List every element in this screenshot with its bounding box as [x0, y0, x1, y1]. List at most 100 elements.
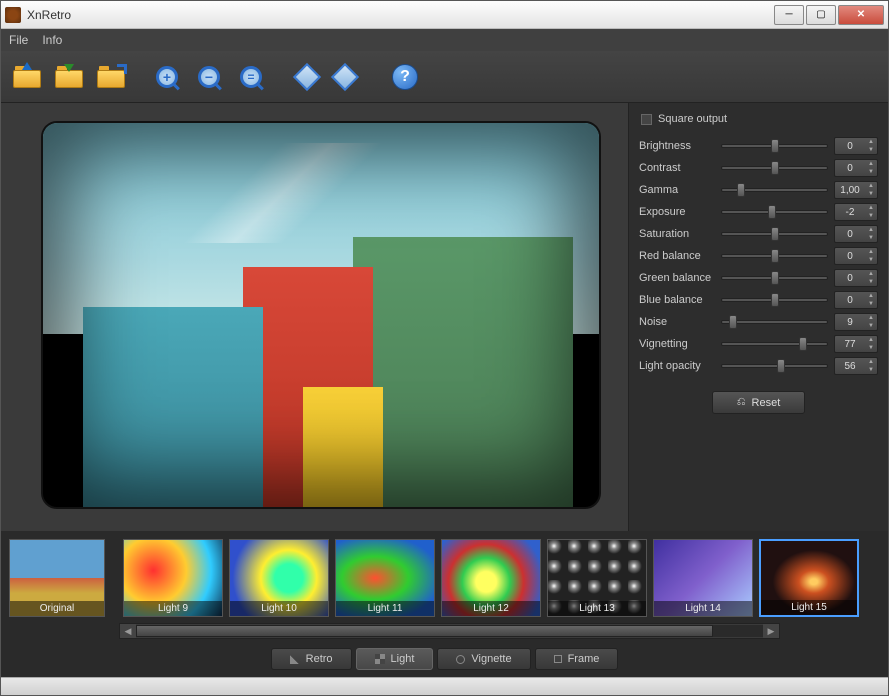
spin-down-icon[interactable]: ▼ [865, 300, 877, 308]
save-button[interactable] [51, 59, 87, 95]
toolbar: ? [1, 51, 888, 103]
slider-thumb[interactable] [771, 227, 779, 241]
spin-down-icon[interactable]: ▼ [865, 344, 877, 352]
reset-label: Reset [752, 397, 781, 409]
thumb-light-10[interactable]: Light 10 [229, 539, 329, 617]
spin-up-icon[interactable]: ▲ [865, 226, 877, 234]
spin-box[interactable]: 56▲▼ [834, 357, 878, 375]
slider-row-blue-balance: Blue balance0▲▼ [639, 289, 878, 311]
slider-track[interactable] [721, 298, 828, 302]
slider-thumb[interactable] [771, 139, 779, 153]
tab-retro[interactable]: Retro [271, 648, 352, 670]
close-button[interactable]: ✕ [838, 5, 884, 25]
scroll-thumb[interactable] [136, 625, 713, 637]
thumb-light-15[interactable]: Light 15 [759, 539, 859, 617]
slider-track[interactable] [721, 188, 828, 192]
spin-down-icon[interactable]: ▼ [865, 146, 877, 154]
slider-label: Light opacity [639, 360, 715, 372]
slider-thumb[interactable] [771, 249, 779, 263]
slider-thumb[interactable] [799, 337, 807, 351]
spin-up-icon[interactable]: ▲ [865, 358, 877, 366]
rotate-left-button[interactable] [289, 59, 325, 95]
scroll-right-button[interactable]: ▶ [763, 624, 779, 638]
thumb-light-9[interactable]: Light 9 [123, 539, 223, 617]
slider-track[interactable] [721, 144, 828, 148]
slider-row-noise: Noise9▲▼ [639, 311, 878, 333]
zoom-in-button[interactable] [149, 59, 185, 95]
export-button[interactable] [93, 59, 129, 95]
thumb-light-13[interactable]: Light 13 [547, 539, 647, 617]
slider-thumb[interactable] [771, 271, 779, 285]
thumb-light-11[interactable]: Light 11 [335, 539, 435, 617]
square-output-checkbox[interactable] [641, 114, 652, 125]
thumb-light-12[interactable]: Light 12 [441, 539, 541, 617]
spin-value: 77 [835, 339, 865, 350]
adjustments-panel: Square output Brightness0▲▼Contrast0▲▼Ga… [628, 103, 888, 531]
spin-box[interactable]: -2▲▼ [834, 203, 878, 221]
tab-light[interactable]: Light [356, 648, 434, 670]
thumb-label: Light 10 [230, 601, 328, 616]
slider-track[interactable] [721, 364, 828, 368]
slider-thumb[interactable] [771, 293, 779, 307]
spin-up-icon[interactable]: ▲ [865, 160, 877, 168]
slider-track[interactable] [721, 320, 828, 324]
spin-box[interactable]: 0▲▼ [834, 291, 878, 309]
spin-up-icon[interactable]: ▲ [865, 292, 877, 300]
thumb-label: Light 13 [548, 601, 646, 616]
spin-down-icon[interactable]: ▼ [865, 322, 877, 330]
slider-track[interactable] [721, 342, 828, 346]
slider-thumb[interactable] [729, 315, 737, 329]
thumb-light-14[interactable]: Light 14 [653, 539, 753, 617]
slider-thumb[interactable] [777, 359, 785, 373]
slider-row-gamma: Gamma1,00▲▼ [639, 179, 878, 201]
menu-info[interactable]: Info [42, 33, 62, 47]
menu-file[interactable]: File [9, 33, 28, 47]
thumb-scrollbar[interactable]: ◀ ▶ [119, 623, 780, 639]
slider-label: Contrast [639, 162, 715, 174]
tab-frame[interactable]: Frame [535, 648, 619, 670]
spin-box[interactable]: 9▲▼ [834, 313, 878, 331]
spin-down-icon[interactable]: ▼ [865, 190, 877, 198]
thumb-original[interactable]: Original [9, 539, 105, 617]
spin-box[interactable]: 0▲▼ [834, 247, 878, 265]
spin-down-icon[interactable]: ▼ [865, 212, 877, 220]
spin-down-icon[interactable]: ▼ [865, 278, 877, 286]
spin-up-icon[interactable]: ▲ [865, 270, 877, 278]
spin-down-icon[interactable]: ▼ [865, 256, 877, 264]
zoom-out-button[interactable] [191, 59, 227, 95]
spin-box[interactable]: 1,00▲▼ [834, 181, 878, 199]
slider-track[interactable] [721, 276, 828, 280]
spin-box[interactable]: 0▲▼ [834, 137, 878, 155]
zoom-fit-button[interactable] [233, 59, 269, 95]
open-button[interactable] [9, 59, 45, 95]
maximize-button[interactable]: ▢ [806, 5, 836, 25]
spin-value: 0 [835, 251, 865, 262]
spin-box[interactable]: 0▲▼ [834, 225, 878, 243]
slider-thumb[interactable] [737, 183, 745, 197]
spin-up-icon[interactable]: ▲ [865, 138, 877, 146]
spin-down-icon[interactable]: ▼ [865, 366, 877, 374]
help-button[interactable]: ? [387, 59, 423, 95]
spin-up-icon[interactable]: ▲ [865, 204, 877, 212]
spin-up-icon[interactable]: ▲ [865, 336, 877, 344]
slider-thumb[interactable] [768, 205, 776, 219]
spin-box[interactable]: 77▲▼ [834, 335, 878, 353]
spin-up-icon[interactable]: ▲ [865, 182, 877, 190]
rotate-right-button[interactable] [331, 59, 367, 95]
spin-down-icon[interactable]: ▼ [865, 234, 877, 242]
slider-thumb[interactable] [771, 161, 779, 175]
slider-track[interactable] [721, 166, 828, 170]
spin-box[interactable]: 0▲▼ [834, 159, 878, 177]
spin-down-icon[interactable]: ▼ [865, 168, 877, 176]
spin-up-icon[interactable]: ▲ [865, 248, 877, 256]
reset-button[interactable]: ⎌ Reset [712, 391, 806, 414]
slider-track[interactable] [721, 210, 828, 214]
spin-box[interactable]: 0▲▼ [834, 269, 878, 287]
help-icon: ? [392, 64, 418, 90]
scroll-left-button[interactable]: ◀ [120, 624, 136, 638]
slider-track[interactable] [721, 232, 828, 236]
tab-vignette[interactable]: Vignette [437, 648, 530, 670]
spin-up-icon[interactable]: ▲ [865, 314, 877, 322]
minimize-button[interactable]: ─ [774, 5, 804, 25]
slider-track[interactable] [721, 254, 828, 258]
